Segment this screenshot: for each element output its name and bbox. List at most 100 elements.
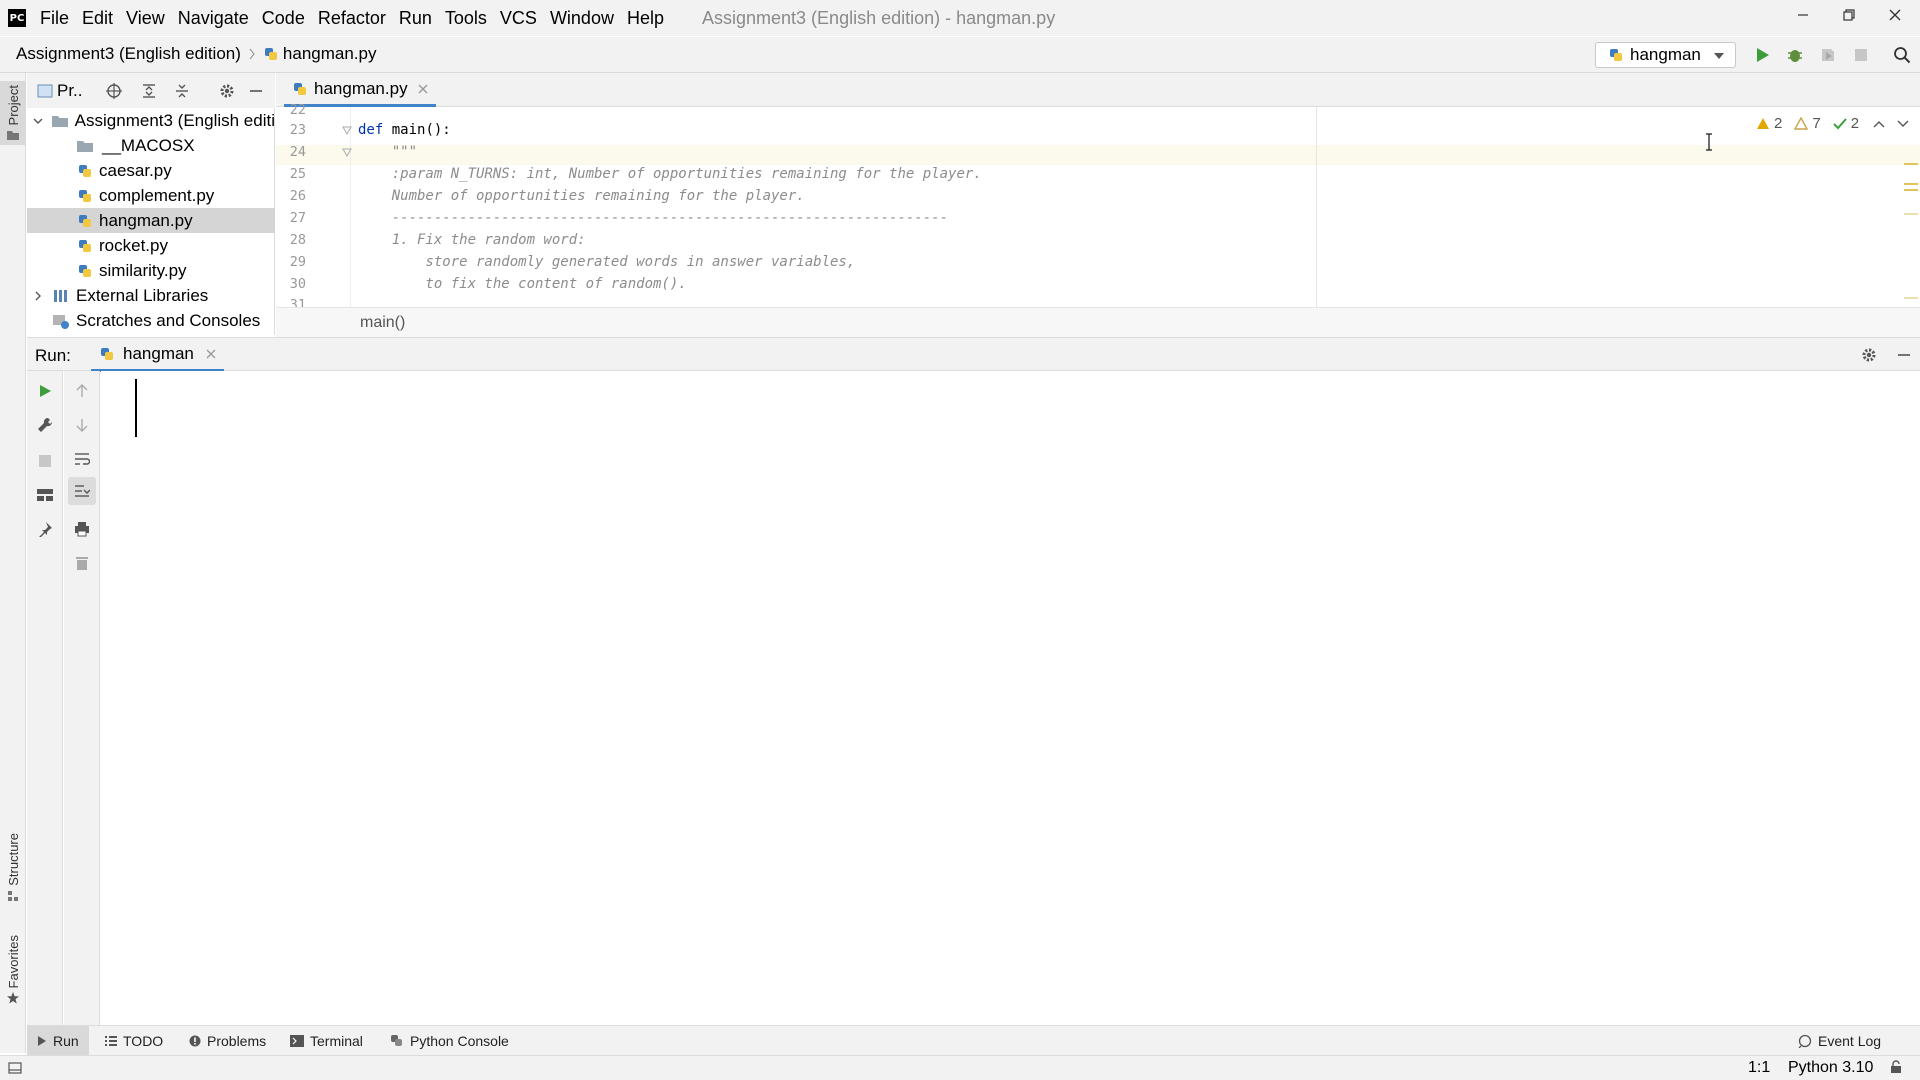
structure-tool-tab[interactable]: Structure — [0, 833, 26, 902]
close-tab-icon[interactable] — [206, 349, 216, 359]
warning-count: 2 — [1774, 115, 1783, 132]
favorites-tool-tab[interactable]: Favorites — [0, 935, 26, 1004]
scroll-up-button[interactable] — [70, 379, 94, 403]
tree-item-hangman[interactable]: hangman.py — [27, 208, 275, 233]
run-tab-hangman[interactable]: hangman — [91, 338, 224, 372]
inspection-widget[interactable]: 2 7 2 — [1756, 115, 1909, 132]
error-stripe-mark[interactable] — [1904, 183, 1918, 185]
event-log-icon — [1798, 1034, 1812, 1048]
bottom-tab-python-console[interactable]: Python Console — [384, 1026, 515, 1056]
tree-item-macosx[interactable]: __MACOSX — [27, 133, 275, 158]
navigation-bar: Assignment3 (English edition) hangman.py… — [0, 37, 1920, 73]
tree-item-caesar[interactable]: caesar.py — [27, 158, 275, 183]
restore-layout-button[interactable] — [33, 483, 57, 507]
bottom-tab-terminal[interactable]: Terminal — [284, 1026, 369, 1056]
bottom-tab-label: Run — [53, 1033, 79, 1049]
code-editor[interactable]: 22 23 24 25 26 27 28 29 30 31 def main()… — [276, 102, 1920, 307]
menu-view[interactable]: View — [126, 6, 165, 31]
tree-item-scratches[interactable]: Scratches and Consoles — [27, 308, 275, 333]
error-stripe-mark[interactable] — [1904, 213, 1918, 215]
tree-item-label: rocket.py — [99, 235, 168, 255]
error-stripe-mark[interactable] — [1904, 163, 1918, 165]
pin-tab-button[interactable] — [33, 517, 57, 541]
soft-wrap-button[interactable] — [70, 447, 94, 471]
project-tool-tab[interactable]: Project — [0, 81, 26, 146]
stop-icon — [1855, 49, 1867, 61]
menu-tools[interactable]: Tools — [445, 6, 487, 31]
menu-window[interactable]: Window — [550, 6, 614, 31]
scroll-to-end-button[interactable] — [68, 477, 96, 505]
bottom-tab-run[interactable]: Run — [27, 1026, 89, 1056]
menu-run[interactable]: Run — [399, 6, 432, 31]
error-stripe-mark[interactable] — [1904, 297, 1918, 299]
title-bar: PC File Edit View Navigate Code Refactor… — [0, 0, 1920, 36]
edit-configuration-button[interactable] — [33, 413, 57, 437]
keyword-def: def — [358, 122, 384, 138]
python-interpreter[interactable]: Python 3.10 — [1788, 1059, 1873, 1077]
chevron-down-icon[interactable] — [1897, 119, 1909, 129]
breadcrumb-file[interactable]: hangman.py — [283, 44, 377, 64]
code-line: """ — [358, 144, 418, 160]
locate-file-button[interactable] — [103, 80, 125, 102]
search-everywhere-button[interactable] — [1890, 43, 1914, 67]
code-line: 1. Fix the random word: — [358, 232, 586, 248]
breadcrumb-project[interactable]: Assignment3 (English edition) — [16, 44, 241, 64]
project-settings-button[interactable] — [216, 80, 238, 102]
python-file-icon — [294, 82, 306, 95]
stop-button[interactable] — [1849, 43, 1873, 67]
bottom-tab-event-log[interactable]: Event Log — [1792, 1026, 1887, 1056]
bottom-tab-problems[interactable]: Problems — [183, 1026, 272, 1056]
chevron-up-icon[interactable] — [1873, 119, 1885, 129]
code-line: to fix the content of random(). — [358, 276, 687, 292]
minimize-icon — [250, 90, 262, 92]
lock-icon[interactable] — [1890, 1060, 1902, 1074]
scroll-down-button[interactable] — [70, 413, 94, 437]
run-configuration-select[interactable]: hangman — [1595, 42, 1736, 68]
cursor-position[interactable]: 1:1 — [1748, 1059, 1770, 1077]
close-tab-icon[interactable] — [418, 84, 428, 94]
bug-icon — [1788, 50, 1802, 62]
rerun-button[interactable] — [33, 379, 57, 403]
tree-item-external-libraries[interactable]: External Libraries — [27, 283, 275, 308]
run-tool-header: Run: hangman — [27, 337, 1920, 372]
minimize-button[interactable] — [1780, 0, 1826, 30]
tree-item-project-root[interactable]: Assignment3 (English editi — [27, 108, 275, 133]
clear-all-button[interactable] — [70, 551, 94, 575]
hide-panel-button[interactable] — [245, 80, 267, 102]
run-console-output[interactable] — [101, 371, 1920, 1025]
print-button[interactable] — [70, 517, 94, 541]
code-line: :param N_TURNS: int, Number of opportuni… — [358, 166, 982, 182]
tree-item-complement[interactable]: complement.py — [27, 183, 275, 208]
menu-edit[interactable]: Edit — [82, 6, 113, 31]
project-view-select[interactable]: Pr.. — [37, 81, 83, 101]
trash-icon — [76, 557, 88, 570]
tree-item-similarity[interactable]: similarity.py — [27, 258, 275, 283]
menu-file[interactable]: File — [40, 6, 69, 31]
menu-help[interactable]: Help — [627, 6, 664, 31]
menu-vcs[interactable]: VCS — [500, 6, 537, 31]
menu-refactor[interactable]: Refactor — [318, 6, 386, 31]
run-settings-button[interactable] — [1858, 344, 1880, 366]
collapse-all-button[interactable] — [171, 80, 193, 102]
bottom-tab-todo[interactable]: TODO — [99, 1026, 169, 1056]
hide-run-button[interactable] — [1893, 344, 1915, 366]
menu-navigate[interactable]: Navigate — [178, 6, 249, 31]
stop-run-button[interactable] — [33, 449, 57, 473]
python-file-icon — [79, 239, 91, 252]
restore-button[interactable] — [1826, 0, 1872, 30]
expand-all-button[interactable] — [138, 80, 160, 102]
toggle-tool-windows-icon[interactable] — [8, 1062, 22, 1074]
run-icon — [40, 385, 51, 397]
tree-item-rocket[interactable]: rocket.py — [27, 233, 275, 258]
run-icon — [1757, 48, 1769, 62]
menu-code[interactable]: Code — [262, 6, 305, 31]
editor-breadcrumb-main[interactable]: main() — [360, 314, 405, 332]
fold-icon[interactable] — [342, 125, 352, 137]
close-window-button[interactable] — [1872, 0, 1918, 30]
error-stripe-mark[interactable] — [1904, 189, 1918, 191]
fold-icon[interactable] — [342, 147, 352, 159]
debug-button[interactable] — [1783, 43, 1807, 67]
editor-tab-hangman[interactable]: hangman.py — [284, 73, 436, 107]
run-button[interactable] — [1750, 43, 1774, 67]
run-with-coverage-button[interactable] — [1816, 43, 1840, 67]
